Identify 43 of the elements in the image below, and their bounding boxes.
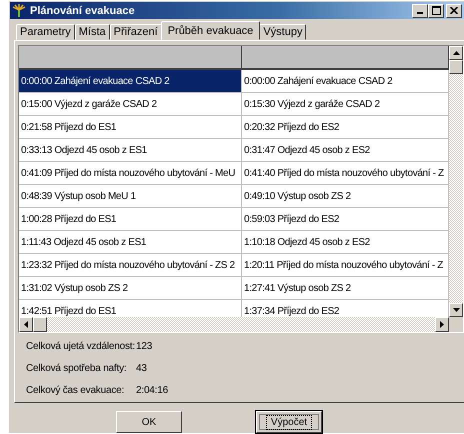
down-arrow-icon bbox=[452, 308, 460, 312]
horizontal-scrollbar[interactable] bbox=[19, 317, 449, 332]
tab[interactable]: Přiřazení bbox=[110, 24, 162, 40]
minimize-button[interactable] bbox=[412, 4, 428, 18]
left-arrow-icon bbox=[24, 321, 28, 328]
table-cell[interactable]: 0:15:00 Výjezd z garáže CSAD 2 bbox=[19, 93, 242, 115]
tab[interactable]: Průběh evakuace bbox=[160, 21, 260, 40]
summary-label: Celkový čas evakuace: bbox=[26, 385, 126, 396]
close-button[interactable] bbox=[446, 4, 462, 18]
table-cell[interactable]: 1:23:32 Příjed do místa nouzového ubytování - ZS 2 bbox=[19, 254, 242, 276]
scroll-thumb[interactable] bbox=[33, 317, 47, 332]
table-cell[interactable]: 0:33:13 Odjezd 45 osob z ES1 bbox=[19, 139, 242, 161]
summary-label: Celková ujetá vzdálenost: bbox=[26, 341, 136, 352]
scroll-right-button[interactable] bbox=[435, 317, 449, 332]
right-arrow-icon bbox=[440, 321, 444, 328]
scroll-thumb[interactable] bbox=[449, 60, 463, 74]
scroll-left-button[interactable] bbox=[19, 317, 33, 332]
table-cell[interactable]: 0:48:39 Výstup osob MeU 1 bbox=[19, 185, 242, 207]
tab[interactable]: Výstupy bbox=[259, 24, 306, 40]
table-cell[interactable]: 1:00:28 Příjezd do ES1 bbox=[19, 208, 242, 230]
scroll-up-button[interactable] bbox=[449, 46, 463, 60]
minimize-icon bbox=[417, 12, 423, 14]
table-cell[interactable]: 0:00:00 Zahájení evakuace CSAD 2 bbox=[19, 70, 242, 92]
maximize-button[interactable] bbox=[428, 4, 444, 18]
tab[interactable]: Místa bbox=[74, 24, 110, 40]
tab[interactable]: Parametry bbox=[16, 24, 75, 40]
vertical-scrollbar[interactable] bbox=[449, 46, 463, 317]
table-cell[interactable]: 1:11:43 Odjezd 45 osob z ES1 bbox=[19, 231, 242, 253]
summary-label: Celková spotřeba nafty: bbox=[26, 363, 128, 374]
up-arrow-icon bbox=[452, 51, 460, 55]
dialog-button[interactable]: OK bbox=[116, 411, 182, 433]
table-cell[interactable]: 0:41:09 Příjed do místa nouzového ubytování - MeU bbox=[19, 162, 242, 184]
dialog-button[interactable]: Výpočet bbox=[256, 411, 322, 433]
app-icon bbox=[12, 4, 26, 18]
table-cell[interactable]: 0:21:58 Příjezd do ES1 bbox=[19, 116, 242, 138]
table-cell[interactable]: 1:31:02 Výstup osob ZS 2 bbox=[19, 277, 242, 299]
summary-value: 2:04:16 bbox=[136, 385, 169, 396]
maximize-icon bbox=[432, 6, 440, 15]
close-icon bbox=[450, 7, 458, 14]
summary-value: 123 bbox=[136, 341, 154, 352]
window-title: Plánování evakuace bbox=[30, 4, 136, 16]
summary-value: 43 bbox=[136, 363, 148, 374]
scroll-down-button[interactable] bbox=[449, 303, 463, 317]
